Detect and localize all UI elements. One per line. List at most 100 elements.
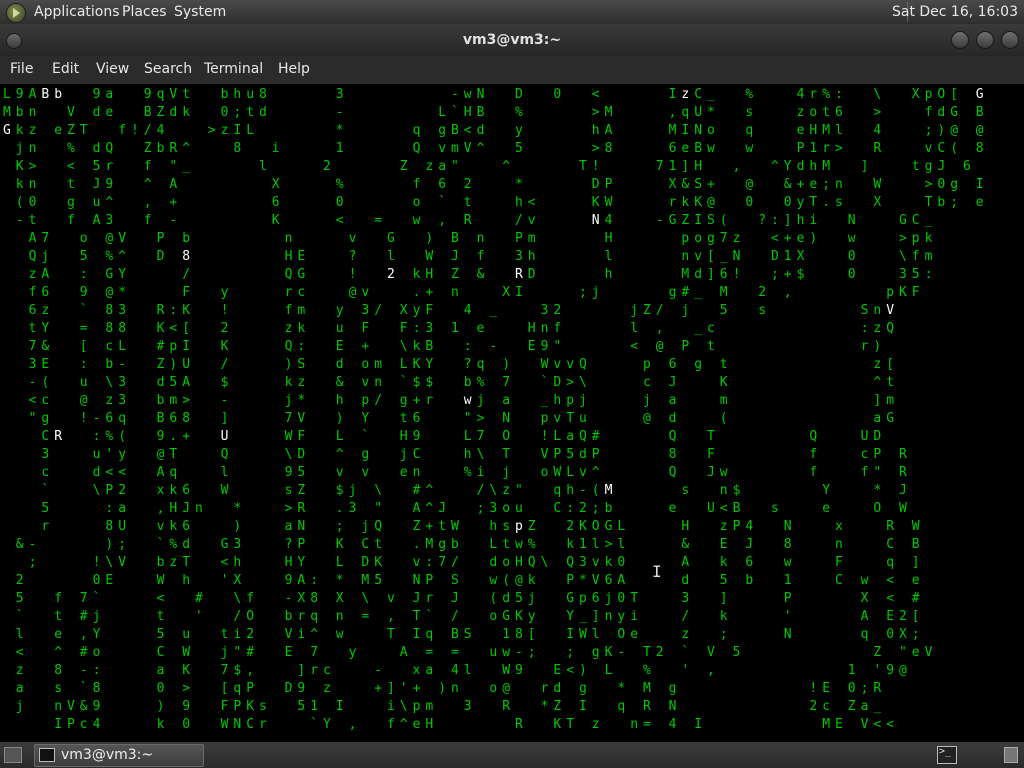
system-menu[interactable]: System bbox=[174, 4, 226, 20]
matrix-char: H bbox=[285, 555, 293, 570]
matrix-char: 1 bbox=[669, 159, 677, 174]
matrix-char: I bbox=[233, 123, 241, 138]
window-titlebar[interactable]: vm3@vm3:~ bbox=[0, 24, 1024, 56]
applications-menu[interactable]: Applications bbox=[34, 4, 120, 20]
show-desktop-icon[interactable] bbox=[4, 747, 22, 763]
matrix-char: > bbox=[925, 177, 933, 192]
matrix-char: > bbox=[835, 141, 843, 156]
matrix-char: 8 bbox=[669, 447, 677, 462]
matrix-char: v bbox=[566, 357, 574, 372]
matrix-char: ( bbox=[720, 411, 728, 426]
matrix-char: , bbox=[656, 321, 664, 336]
matrix-char: o bbox=[541, 465, 549, 480]
matrix-char: b bbox=[464, 375, 472, 390]
matrix-char: ' bbox=[681, 663, 689, 678]
matrix-char: z bbox=[169, 555, 177, 570]
matrix-char: B bbox=[477, 105, 485, 120]
matrix-char: A bbox=[605, 123, 613, 138]
clock[interactable]: Sat Dec 16, 16:03 bbox=[892, 4, 1018, 20]
matrix-char: # bbox=[157, 339, 165, 354]
matrix-char: q bbox=[553, 483, 561, 498]
matrix-char: p bbox=[515, 519, 523, 534]
matrix-char: H bbox=[681, 519, 689, 534]
matrix-char: b bbox=[745, 573, 753, 588]
matrix-char: ! bbox=[541, 429, 549, 444]
minimize-button[interactable] bbox=[951, 31, 969, 49]
matrix-char: z bbox=[285, 321, 293, 336]
matrix-char: X bbox=[336, 591, 344, 606]
matrix-char: z bbox=[797, 105, 805, 120]
matrix-char: ( bbox=[489, 591, 497, 606]
taskbar-window-button[interactable]: vm3@vm3:~ bbox=[34, 744, 204, 767]
matrix-char: 6 bbox=[41, 285, 49, 300]
matrix-char: Q bbox=[809, 429, 817, 444]
matrix-char: ^ bbox=[477, 141, 485, 156]
matrix-char: / bbox=[681, 609, 689, 624]
matrix-char: 2 bbox=[566, 519, 574, 534]
matrix-char: 3 bbox=[118, 303, 126, 318]
menu-help[interactable]: Help bbox=[278, 61, 310, 77]
matrix-char: J bbox=[451, 591, 459, 606]
matrix-char: w bbox=[745, 141, 753, 156]
menu-view[interactable]: View bbox=[96, 61, 129, 77]
matrix-char: 2 bbox=[464, 177, 472, 192]
close-button[interactable] bbox=[1001, 31, 1019, 49]
matrix-char: N bbox=[669, 699, 677, 714]
matrix-char: H bbox=[515, 555, 523, 570]
matrix-row: f 6 9 @ * Fy r c @ v. + n X I; j g # _ M 2, p K F bbox=[29, 285, 920, 300]
matrix-char: 0 bbox=[745, 195, 753, 210]
menu-edit[interactable]: Edit bbox=[52, 61, 79, 77]
matrix-char: r bbox=[861, 339, 869, 354]
terminal-viewport[interactable]: L 9 A Bb 9 a 9 q Vt b h u 8 3- w N D 0 < Iz C _% 4 r%: \ Xp O[G Mb n… bbox=[0, 84, 1024, 742]
matrix-char: I bbox=[694, 213, 702, 228]
matrix-char: n bbox=[720, 483, 728, 498]
matrix-char: + bbox=[784, 267, 792, 282]
matrix-char: b bbox=[105, 357, 113, 372]
matrix-char: N bbox=[502, 411, 510, 426]
menu-terminal[interactable]: Terminal bbox=[204, 61, 263, 77]
workspace-switcher-icon[interactable] bbox=[937, 746, 957, 764]
matrix-char: I bbox=[579, 699, 587, 714]
matrix-char: 0 bbox=[848, 249, 856, 264]
maximize-button[interactable] bbox=[976, 31, 994, 49]
matrix-char: e bbox=[400, 465, 408, 480]
matrix-char: r bbox=[822, 141, 830, 156]
matrix-char: < bbox=[118, 465, 126, 480]
places-menu[interactable]: Places bbox=[122, 4, 167, 20]
matrix-char: n bbox=[451, 681, 459, 696]
matrix-char: t bbox=[157, 609, 165, 624]
matrix-char: C bbox=[41, 429, 49, 444]
matrix-char: : bbox=[566, 501, 574, 516]
matrix-char: 2 bbox=[579, 501, 587, 516]
matrix-char: R bbox=[464, 213, 472, 228]
distro-logo-icon[interactable] bbox=[6, 3, 26, 23]
matrix-char: U bbox=[221, 429, 229, 444]
matrix-char: ^ bbox=[771, 159, 779, 174]
matrix-row: 2 0 E Wh ' X 9 A: * M 5 N P Sw(@ k P * V 6 Ad 5 b 1 Cw < e bbox=[16, 573, 920, 588]
menu-search[interactable]: Search bbox=[144, 61, 192, 77]
matrix-char: : bbox=[105, 501, 113, 516]
matrix-char: H bbox=[425, 717, 433, 732]
matrix-char: 5 bbox=[157, 627, 165, 642]
menu-file[interactable]: File bbox=[10, 61, 33, 77]
matrix-char: z bbox=[733, 231, 741, 246]
matrix-char: j bbox=[221, 645, 229, 660]
matrix-char: k bbox=[157, 717, 165, 732]
matrix-char: d bbox=[669, 411, 677, 426]
matrix-char: r bbox=[105, 159, 113, 174]
matrix-char: & bbox=[336, 375, 344, 390]
matrix-char: y bbox=[118, 447, 126, 462]
matrix-char: ] bbox=[784, 213, 792, 228]
matrix-char: @ bbox=[105, 285, 113, 300]
matrix-char: I bbox=[54, 717, 62, 732]
matrix-char: t bbox=[67, 177, 75, 192]
matrix-char: m bbox=[169, 393, 177, 408]
trash-icon[interactable] bbox=[1004, 747, 1018, 763]
matrix-char: x bbox=[413, 663, 421, 678]
matrix-char: 7 bbox=[438, 555, 446, 570]
matrix-row: 3 E: b - Z) U /) Sd o m L K Y? q) Wv v Qp 6 g t z[ bbox=[29, 357, 894, 372]
matrix-char: x bbox=[157, 483, 165, 498]
matrix-char: h bbox=[592, 123, 600, 138]
matrix-char: W bbox=[553, 465, 561, 480]
matrix-char: A bbox=[413, 501, 421, 516]
